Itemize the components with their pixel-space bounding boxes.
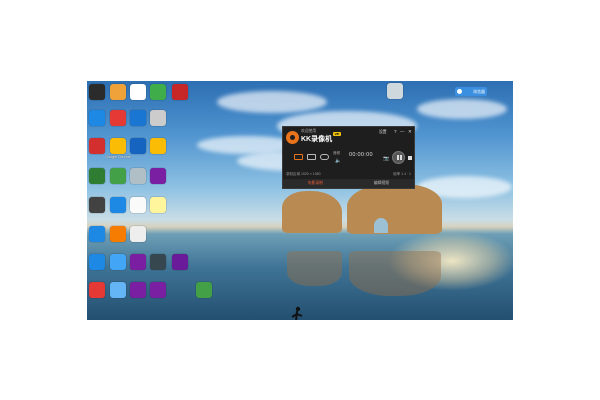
document-icon[interactable] bbox=[150, 197, 166, 213]
app-icon[interactable] bbox=[110, 254, 126, 270]
chrome-icon[interactable] bbox=[150, 138, 166, 154]
vip-badge[interactable]: VIP bbox=[333, 132, 341, 136]
frame-rate-info: 帧率 1 4 · 1 bbox=[393, 172, 411, 176]
desktop-icon-label: Google Chrome bbox=[105, 155, 131, 159]
runner-silhouette bbox=[291, 306, 303, 320]
app-icon[interactable] bbox=[89, 226, 105, 242]
document-icon[interactable] bbox=[150, 84, 166, 100]
wechat-icon[interactable] bbox=[196, 282, 212, 298]
app-icon[interactable] bbox=[110, 226, 126, 242]
search-icon[interactable] bbox=[110, 84, 126, 100]
status-bar: 录制区域 1920 × 1080 帧率 1 4 · 1 bbox=[283, 170, 414, 178]
archive-icon[interactable] bbox=[130, 254, 146, 270]
cloud bbox=[417, 99, 507, 119]
pause-button[interactable] bbox=[392, 151, 405, 164]
document-icon[interactable] bbox=[130, 84, 146, 100]
cloud bbox=[217, 91, 327, 113]
kk-logo-icon bbox=[286, 131, 299, 144]
word-icon[interactable] bbox=[110, 197, 126, 213]
app-icon[interactable] bbox=[89, 138, 105, 154]
stop-button[interactable] bbox=[408, 156, 412, 160]
browser-button-label: 浏览器 bbox=[473, 89, 485, 94]
chrome-icon[interactable] bbox=[110, 138, 126, 154]
teamviewer-icon[interactable] bbox=[89, 110, 105, 126]
archive-icon[interactable] bbox=[150, 168, 166, 184]
settings-button[interactable]: 设置 bbox=[379, 130, 387, 135]
app-icon[interactable] bbox=[89, 84, 105, 100]
app-icon[interactable] bbox=[130, 168, 146, 184]
app-icon[interactable] bbox=[172, 84, 188, 100]
recording-area-info: 录制区域 1920 × 1080 bbox=[286, 172, 321, 176]
recycle-bin-icon[interactable] bbox=[387, 83, 403, 99]
app-icon[interactable] bbox=[130, 197, 146, 213]
app-icon[interactable] bbox=[150, 110, 166, 126]
recording-timer: 00:00:00 bbox=[349, 152, 373, 158]
app-icon[interactable] bbox=[89, 254, 105, 270]
rock-formation-right bbox=[347, 184, 442, 234]
app-icon[interactable] bbox=[89, 197, 105, 213]
window-mode-icon[interactable] bbox=[307, 154, 316, 160]
tab-record[interactable]: 电影录制 bbox=[283, 179, 348, 188]
document-icon[interactable] bbox=[130, 226, 146, 242]
app-title: KK录像机 bbox=[301, 136, 333, 143]
game-mode-icon[interactable] bbox=[320, 154, 329, 160]
app-icon[interactable] bbox=[110, 282, 126, 298]
rock-arch bbox=[374, 218, 388, 233]
close-button[interactable]: ✕ bbox=[408, 129, 412, 135]
kk-recorder-window[interactable]: 欢迎使用 KK录像机 VIP 设置 ? — ✕ 音频 🔈 00:00:00 📷 … bbox=[282, 126, 415, 189]
qq-icon[interactable] bbox=[89, 282, 105, 298]
app-icon[interactable] bbox=[130, 110, 146, 126]
app-icon[interactable] bbox=[130, 138, 146, 154]
screen-mode-icon[interactable] bbox=[294, 154, 303, 160]
minimize-button[interactable]: — bbox=[400, 129, 405, 134]
app-icon[interactable] bbox=[89, 168, 105, 184]
app-icon[interactable] bbox=[150, 254, 166, 270]
rock-reflection-right bbox=[349, 251, 441, 296]
tab-edit-video[interactable]: 编辑视频 bbox=[349, 179, 414, 188]
browser-button[interactable]: 浏览器 bbox=[455, 87, 487, 96]
browser-icon bbox=[457, 89, 462, 94]
camera-icon[interactable]: 📷 bbox=[383, 156, 389, 162]
help-button[interactable]: ? bbox=[394, 129, 397, 134]
archive-icon[interactable] bbox=[172, 254, 188, 270]
speaker-icon[interactable]: 🔈 bbox=[335, 158, 341, 164]
bottom-tabs: 电影录制 编辑视频 bbox=[283, 179, 414, 188]
app-icon[interactable] bbox=[110, 168, 126, 184]
archive-icon[interactable] bbox=[130, 282, 146, 298]
archive-icon[interactable] bbox=[150, 282, 166, 298]
rock-formation-left bbox=[282, 191, 342, 233]
app-icon[interactable] bbox=[110, 110, 126, 126]
rock-reflection-left bbox=[287, 251, 342, 286]
audio-label: 音频 bbox=[333, 151, 340, 155]
